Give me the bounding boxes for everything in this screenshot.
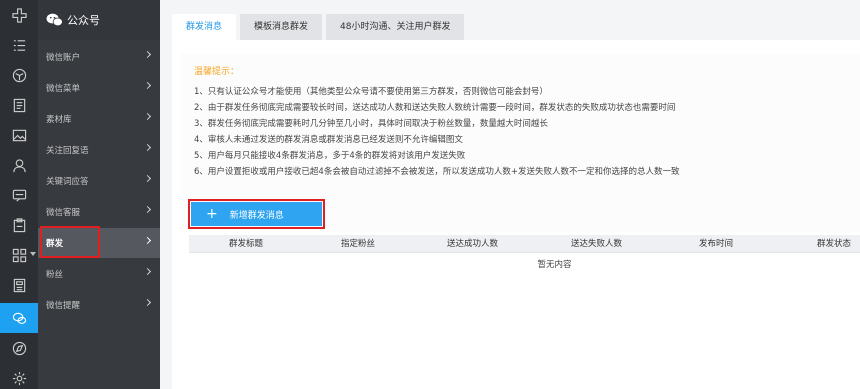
main-content: 群发消息 模板消息群发 48小时沟通、关注用户群发 温馨提示： 1、只有认证公众… — [160, 0, 860, 389]
report-icon[interactable] — [0, 270, 38, 300]
column-header: 群发标题 — [229, 239, 264, 249]
chevron-right-icon — [143, 267, 152, 276]
tip-line: 1、只有认证公众号才能使用（其他类型公众号请不要使用第三方群发，否则微信可能会封… — [194, 87, 548, 97]
chevron-right-icon — [143, 298, 152, 307]
sidebar-item-label: 微信菜单 — [46, 84, 81, 94]
sidebar-item-wechat-account[interactable]: 微信账户 — [38, 42, 160, 72]
tip-line: 5、用户每月只能接收4条群发消息，多于4条的群发将对该用户发送失败 — [194, 151, 466, 161]
chevron-right-icon — [143, 81, 152, 90]
plus-icon: + — [206, 206, 218, 222]
column-header: 指定粉丝 — [341, 239, 376, 249]
sidebar-item-fans[interactable]: 粉丝 — [38, 259, 160, 289]
sidebar-header: 公众号 — [38, 0, 160, 40]
tip-line: 6、用户设置拒收或用户接收已超4条会被自动过滤掉不会被发送，所以发送成功人数+发… — [194, 167, 680, 177]
chevron-down-icon — [30, 252, 36, 256]
sidebar-item-materials[interactable]: 素材库 — [38, 104, 160, 134]
column-header: 送达失败人数 — [571, 239, 623, 249]
sidebar-item-label: 粉丝 — [46, 270, 64, 280]
apps-icon[interactable] — [0, 240, 38, 270]
sidebar-item-label: 素材库 — [46, 115, 72, 125]
sidebar-item-label: 群发 — [46, 239, 64, 249]
table-header: 群发标题 指定粉丝 送达成功人数 送达失败人数 发布时间 群发状态 — [189, 235, 860, 253]
mass-message-table: 群发标题 指定粉丝 送达成功人数 送达失败人数 发布时间 群发状态 暂无内容 — [189, 235, 860, 270]
user-icon[interactable] — [0, 150, 38, 180]
document-icon[interactable] — [0, 90, 38, 120]
list-icon[interactable] — [0, 30, 38, 60]
tip-title: 温馨提示： — [194, 67, 240, 77]
empty-state: 暂无内容 — [537, 260, 572, 270]
sidebar-item-keyword-reply[interactable]: 关键词应答 — [38, 166, 160, 196]
chevron-right-icon — [143, 205, 152, 214]
sidebar-item-label: 关注回复语 — [46, 146, 89, 156]
chevron-right-icon — [143, 50, 152, 59]
tab-mass-message[interactable]: 群发消息 — [172, 14, 237, 40]
sidebar-item-label: 关键词应答 — [46, 177, 89, 187]
wechat-logo-icon — [46, 13, 63, 27]
column-header: 发布时间 — [699, 239, 734, 249]
sidebar-item-customer-service[interactable]: 微信客服 — [38, 197, 160, 227]
add-mass-message-button[interactable]: + 新增群发消息 — [191, 202, 322, 226]
chevron-right-icon — [143, 236, 152, 245]
chat-box-icon[interactable] — [0, 180, 38, 210]
wechat-icon[interactable] — [0, 303, 38, 333]
sidebar-item-wechat-reminder[interactable]: 微信提醒 — [38, 290, 160, 320]
plus-cross-icon[interactable] — [0, 0, 38, 30]
button-label: 新增群发消息 — [229, 210, 284, 221]
sidebar-title: 公众号 — [67, 14, 100, 27]
sidebar-item-mass-send[interactable]: 群发 — [38, 228, 160, 258]
sidebar-item-wechat-menu[interactable]: 微信菜单 — [38, 73, 160, 103]
compass-icon[interactable] — [0, 333, 38, 363]
tab-48h-mass[interactable]: 48小时沟通、关注用户群发 — [326, 14, 465, 40]
image-icon[interactable] — [0, 120, 38, 150]
column-header: 群发状态 — [817, 239, 852, 249]
settings-icon[interactable] — [0, 363, 38, 389]
chevron-right-icon — [143, 143, 152, 152]
content-panel: 温馨提示： 1、只有认证公众号才能使用（其他类型公众号请不要使用第三方群发，否则… — [172, 40, 860, 389]
tip-line: 2、由于群发任务彻底完成需要较长时间，送达成功人数和送达失败人数统计需要一段时间… — [194, 103, 676, 113]
tip-line: 3、群发任务彻底完成需要耗时几分钟至几小时，具体时间取决于粉丝数量，数量越大时间… — [194, 119, 548, 129]
sidebar-item-label: 微信客服 — [46, 208, 81, 218]
sidebar-item-label: 微信提醒 — [46, 301, 81, 311]
sidebar: 公众号 微信账户 微信菜单 素材库 关注回复语 关键词应答 微信客服 群发 粉丝… — [38, 0, 160, 389]
sidebar-item-follow-reply[interactable]: 关注回复语 — [38, 135, 160, 165]
clipboard-icon[interactable] — [0, 210, 38, 240]
chevron-right-icon — [143, 174, 152, 183]
tab-bar: 群发消息 模板消息群发 48小时沟通、关注用户群发 — [172, 14, 468, 40]
cube-icon[interactable] — [0, 60, 38, 90]
icon-rail — [0, 0, 38, 389]
tab-template-mass[interactable]: 模板消息群发 — [240, 14, 323, 40]
column-header: 送达成功人数 — [447, 239, 499, 249]
tip-line: 4、审核人未通过发送的群发消息或群发消息已经发送则不允许编辑图文 — [194, 135, 463, 145]
chevron-right-icon — [143, 112, 152, 121]
sidebar-item-label: 微信账户 — [46, 53, 81, 63]
